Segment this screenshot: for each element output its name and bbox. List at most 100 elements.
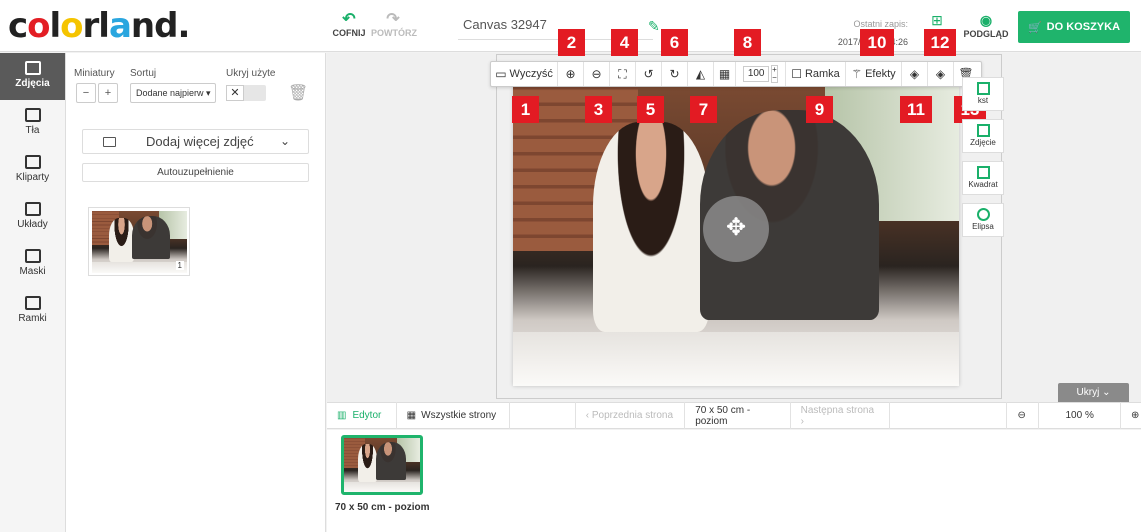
rotate-right-icon[interactable]: ↻ [662,62,688,86]
preview-label: PODGLĄD [963,29,1009,39]
zoom-in-icon[interactable]: ⊕ [558,62,584,86]
callout-badge: 8 [734,29,761,56]
photo-icon [976,124,990,137]
eye-icon: ◉ [979,12,993,28]
next-page-button[interactable]: Następna strona › [791,402,891,429]
square-icon [976,166,990,179]
nav-item-masks[interactable]: Maski [0,241,65,288]
move-icon[interactable]: ✥ [703,196,769,262]
rotate-left-icon[interactable]: ↺ [636,62,662,86]
fit-icon[interactable]: ⛶ [610,62,636,86]
image-icon [103,136,116,147]
add-text-label: kst [977,96,989,105]
image-icon: ▭ [495,67,507,81]
nav-label: Układy [17,219,48,230]
square-icon: ☐ [791,67,802,81]
thumbnails-label: Miniatury [74,68,115,79]
ellipse-icon [976,208,990,221]
opacity-stepper[interactable]: 100 + − [736,62,786,86]
usage-count: 1 [175,261,184,270]
callout-badge: 3 [585,96,612,123]
page-thumbnail[interactable] [341,435,423,495]
zoom-out-icon[interactable]: ⊖ [1007,402,1040,429]
shapes-icon [24,155,41,169]
background-icon [24,108,41,122]
photos-panel: Miniatury Sortuj Ukryj użyte − + Dodane … [66,53,326,532]
editor-label: Edytor [352,410,382,421]
undo-icon: ↶ [342,11,356,28]
photo-thumbnail[interactable]: 1 [88,207,190,276]
hide-used-label: Ukryj użyte [226,68,276,79]
frame-label: Ramka [804,68,840,80]
frame-button[interactable]: ☐ Ramka [786,62,846,86]
all-pages-label: Wszystkie strony [421,410,497,421]
hide-used-toggle[interactable]: ✕ [226,85,266,101]
colorland-logo[interactable]: colorland. [8,6,190,46]
undo-button[interactable]: ↶ COFNIJ [327,11,371,39]
add-photo-button[interactable]: Zdjęcie [962,119,1004,153]
layout-icon [24,202,41,216]
prev-page-button[interactable]: ‹ Poprzednia strona [576,402,686,429]
preview-button[interactable]: ◉ PODGLĄD [961,12,1011,39]
zoom-out-icon[interactable]: ⊖ [584,62,610,86]
flip-icon[interactable]: ◭ [688,62,714,86]
pencil-icon[interactable]: ✎ [648,18,660,35]
nav-label: Ramki [18,313,47,324]
autofill-button[interactable]: Autouzupełnienie [82,163,309,182]
sort-label: Sortuj [130,68,157,79]
callout-badge: 11 [900,96,932,123]
callout-badge: 4 [611,29,638,56]
add-text-button[interactable]: kst [962,77,1004,111]
chevron-down-icon: ⌄ [279,134,290,148]
trash-icon[interactable]: 🗑 [288,83,308,103]
nav-label: Tła [25,125,40,136]
nav-item-layouts[interactable]: Układy [0,194,65,241]
bottom-bar: ▥ Edytor ▦ Wszystkie strony ‹ Poprzednia s… [327,402,1141,429]
opacity-icon[interactable]: ▦ [714,62,736,86]
page-size-label: 70 x 50 cm - poziom [685,402,791,429]
left-nav: Zdjęcia Tła Kliparty Układy Maski Ramki [0,53,66,532]
editor-tab[interactable]: ▥ Edytor [327,402,397,429]
nav-label: Maski [19,266,46,277]
add-more-label: Dodaj więcej zdjęć [146,134,254,149]
callout-badge: 6 [661,29,688,56]
photo-icon [24,61,41,75]
hide-pages-button[interactable]: Ukryj ⌄ [1058,383,1129,402]
nav-item-frames[interactable]: Ramki [0,288,65,335]
spacer [890,402,1008,429]
opacity-value[interactable]: 100 [743,66,770,82]
layer-up-icon[interactable]: ◈ [902,62,928,86]
redo-button[interactable]: ↷ POWTÓRZ [371,12,417,39]
clear-label: Wyczyść [509,68,553,80]
callout-badge: 5 [637,96,664,123]
zoom-in-thumbs-button[interactable]: + [98,83,118,103]
zoom-out-thumbs-button[interactable]: − [76,83,96,103]
stepper-arrows-icon[interactable]: + − [771,65,778,83]
nav-label: Zdjęcia [15,78,50,89]
nav-item-cliparts[interactable]: Kliparty [0,147,65,194]
add-ellipse-button[interactable]: Elipsa [962,203,1004,237]
add-square-label: Kwadrat [968,180,998,189]
add-to-cart-button[interactable]: 🛒 DO KOSZYKA [1018,11,1130,43]
page-strip: 70 x 50 cm - poziom [327,430,1141,532]
all-pages-tab[interactable]: ▦ Wszystkie strony [397,402,511,429]
toggle-off-icon: ✕ [226,85,244,101]
nav-item-photos[interactable]: Zdjęcia [0,53,65,100]
layer-down-icon[interactable]: ◈ [928,62,954,86]
add-to-cart-label: DO KOSZYKA [1046,21,1121,33]
effects-button[interactable]: ⚚ Efekty [846,62,902,86]
editor-icon: ▥ [337,410,347,421]
nav-item-backgrounds[interactable]: Tła [0,100,65,147]
zoom-value: 100 % [1039,402,1121,429]
callout-badge: 9 [806,96,833,123]
add-square-button[interactable]: Kwadrat [962,161,1004,195]
zoom-in-icon[interactable]: ⊕ [1121,402,1141,429]
add-photo-label: Zdjęcie [970,138,996,147]
sort-select[interactable]: Dodane najpierw ▾ [130,83,216,103]
grid-icon: ▦ [406,410,417,421]
callout-badge: 10 [860,29,894,56]
callout-badge: 7 [690,96,717,123]
add-more-photos-button[interactable]: Dodaj więcej zdjęć ⌄ [82,129,309,154]
clear-button[interactable]: ▭ Wyczyść [491,62,558,86]
spacer [510,402,576,429]
